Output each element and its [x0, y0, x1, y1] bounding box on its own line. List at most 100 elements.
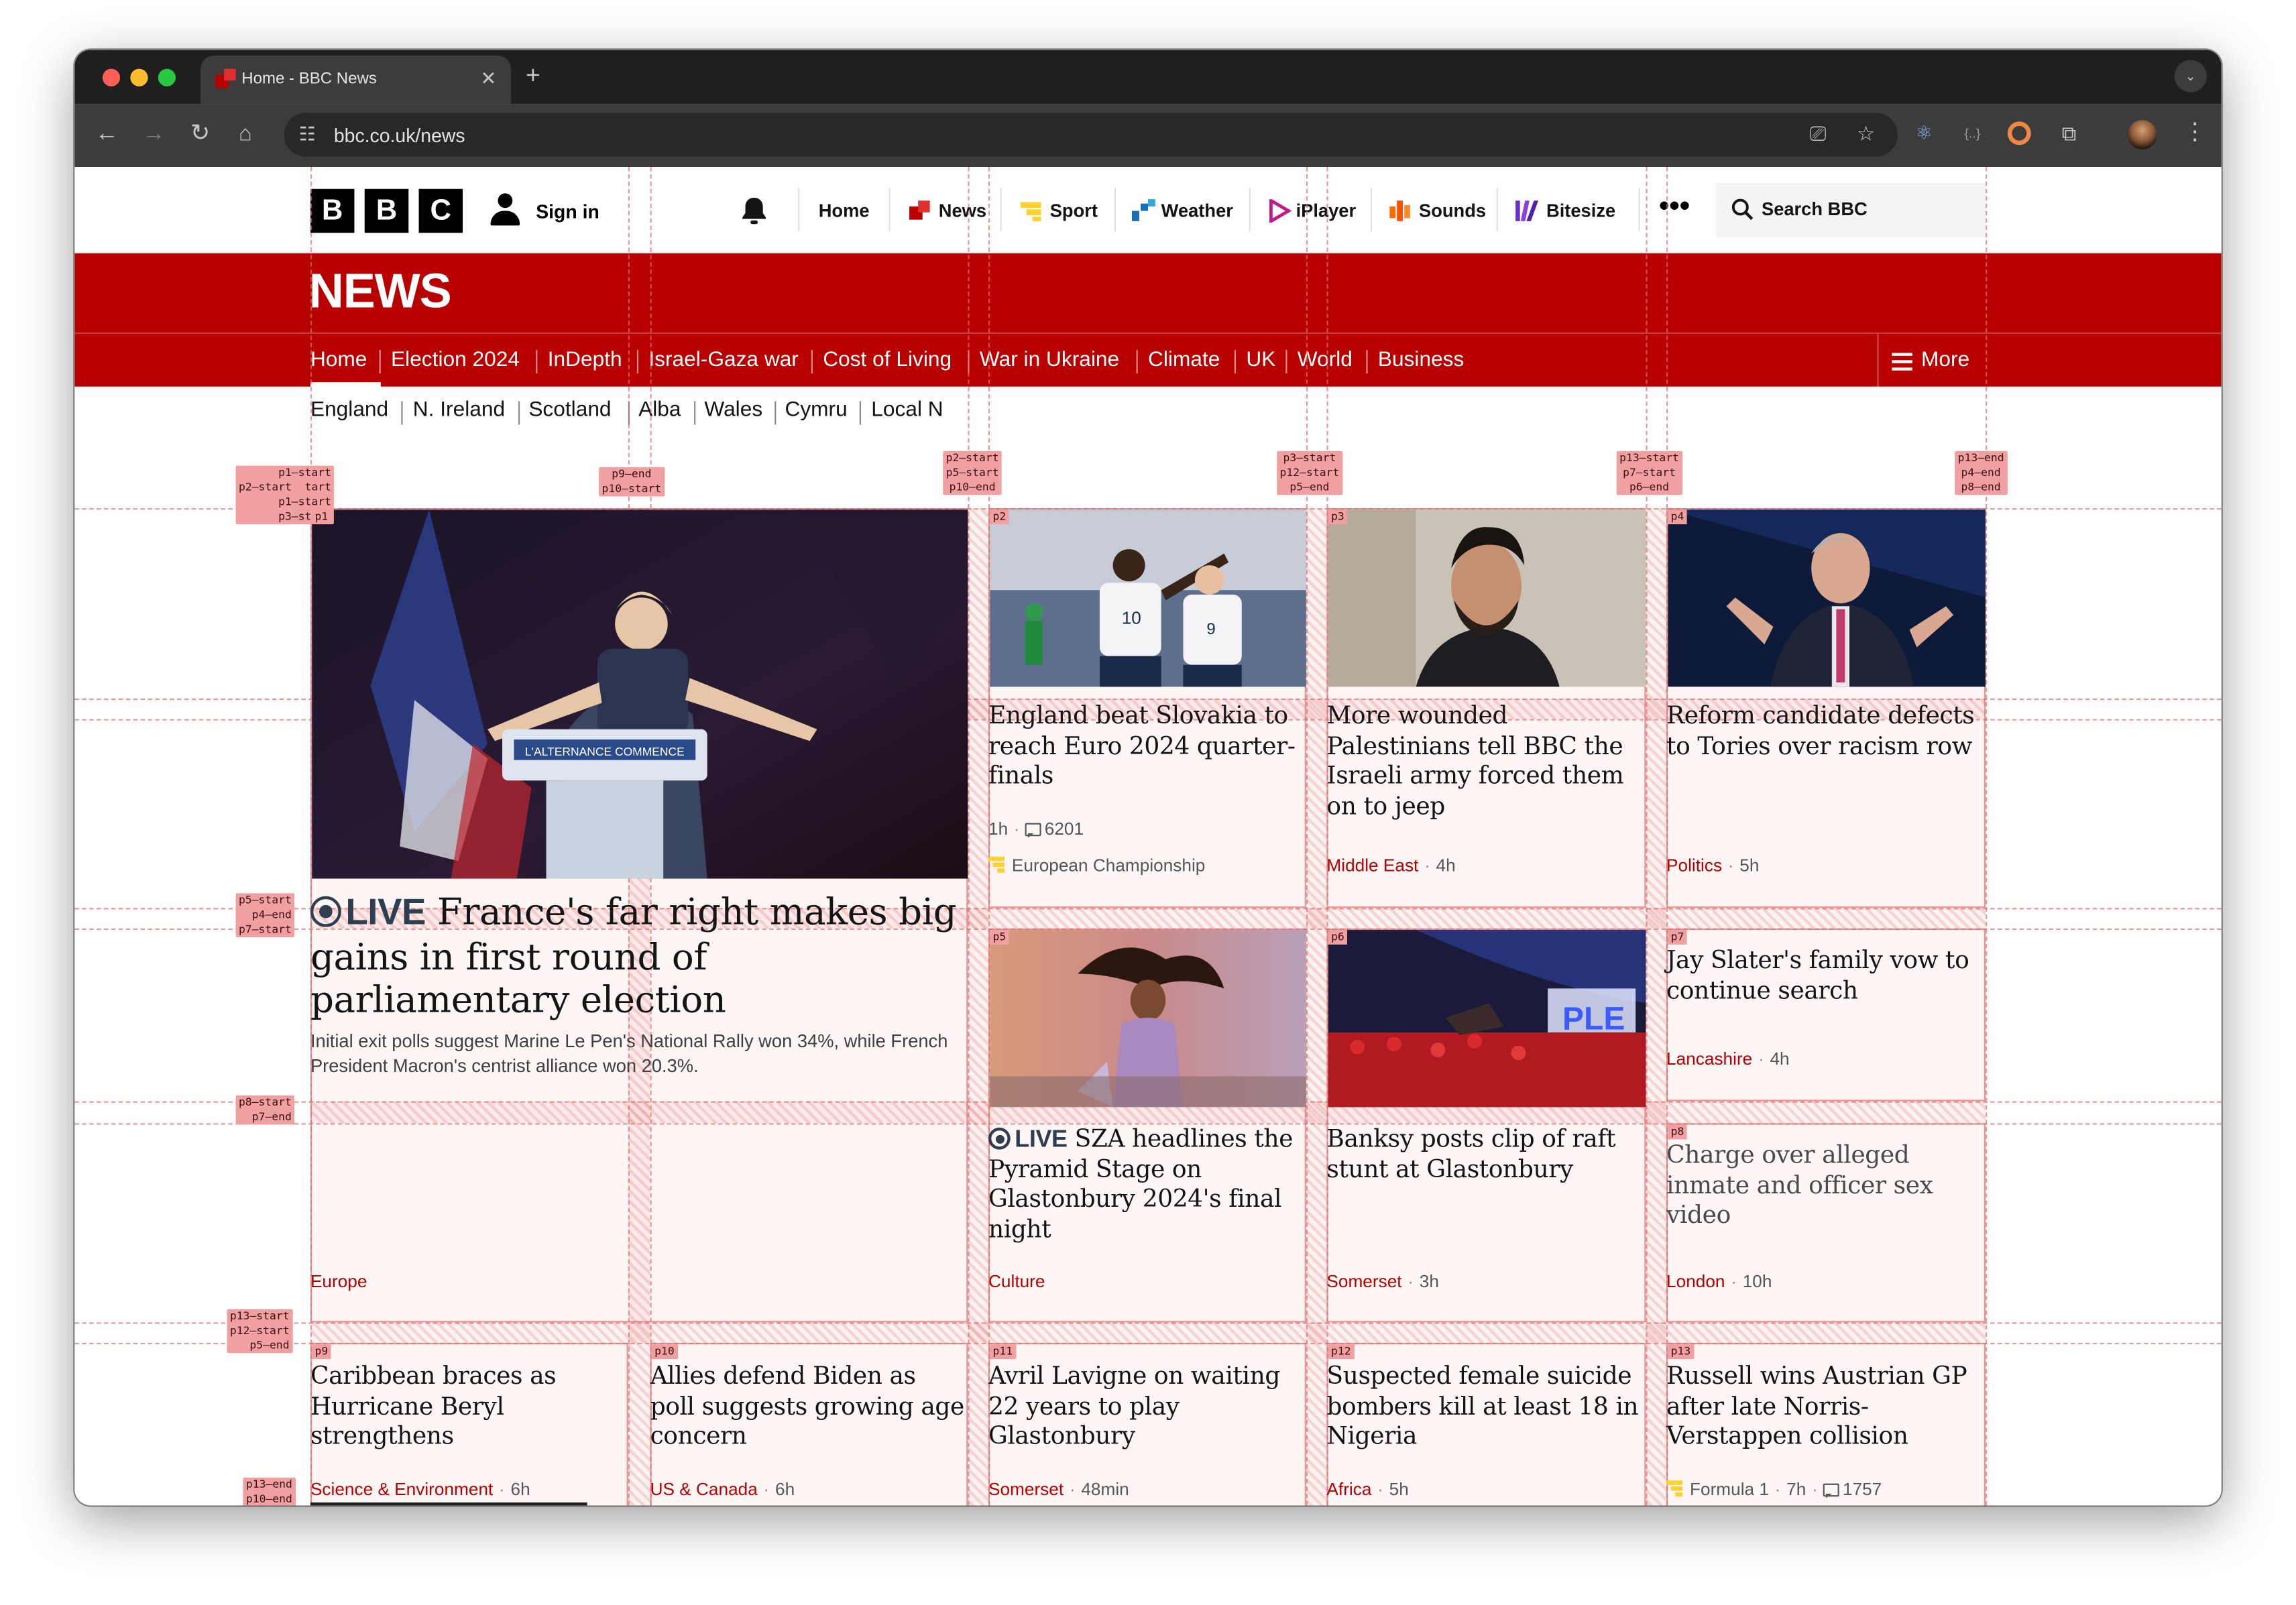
grid-line	[1306, 167, 1308, 1506]
extensions-puzzle-icon[interactable]: ⧉	[2056, 120, 2082, 146]
grid-line-label: p8–start p7–end	[235, 1095, 295, 1125]
news-nav-business[interactable]: Business	[1378, 349, 1464, 373]
forward-arrow-icon[interactable]: →	[142, 120, 166, 150]
area-tag: p12	[1328, 1344, 1354, 1360]
reload-icon[interactable]: ↻	[190, 120, 210, 150]
headline-link[interactable]: Reform candidate defects to Tories over …	[1666, 701, 1983, 762]
section-link[interactable]: US & Canada	[650, 1479, 758, 1500]
area-tag: p8	[1668, 1124, 1687, 1140]
news-nav-climate[interactable]: Climate	[1148, 349, 1220, 373]
news-nav-indepth[interactable]: InDepth	[548, 349, 622, 373]
news-nav-war-in-ukraine[interactable]: War in Ukraine	[980, 349, 1119, 373]
horizontal-scroll-indicator[interactable]	[310, 1502, 587, 1506]
nav-divider	[888, 187, 891, 232]
nav-item-weather[interactable]: Weather	[1161, 199, 1233, 223]
palestinian-man-image[interactable]	[1328, 510, 1646, 687]
back-arrow-icon[interactable]: ←	[95, 120, 119, 150]
search-label: Search BBC	[1761, 199, 1868, 220]
nav-item-sounds[interactable]: Sounds	[1419, 199, 1486, 223]
news-header: NEWS Home Election 2024 InDepth Israel-G…	[74, 253, 2222, 388]
news-nav-home[interactable]: Home	[310, 349, 367, 373]
news-wordmark[interactable]: NEWS	[309, 263, 452, 319]
section-link[interactable]: Africa	[1326, 1479, 1371, 1500]
timestamp: 4h	[1436, 855, 1456, 876]
new-tab-icon[interactable]: +	[526, 62, 540, 91]
nav-item-sport[interactable]: Sport	[1050, 199, 1098, 223]
headline-link[interactable]: Allies defend Biden as poll suggests gro…	[650, 1362, 967, 1451]
minimize-window-button[interactable]	[130, 68, 148, 86]
nav-item-home[interactable]: Home	[819, 199, 870, 223]
notifications-bell-icon[interactable]	[741, 196, 767, 226]
install-app-icon[interactable]: ⎚	[1810, 121, 1826, 146]
nav-item-bitesize[interactable]: Bitesize	[1546, 199, 1615, 223]
more-menu-icon[interactable]: •••	[1659, 192, 1690, 221]
news-nav-israel-gaza-war[interactable]: Israel-Gaza war	[648, 349, 798, 373]
england-slovakia-image[interactable]: 10 9	[990, 510, 1306, 687]
subnav-scotland[interactable]: Scotland	[528, 398, 611, 423]
subnav-alba[interactable]: Alba	[638, 398, 681, 423]
news-nav-election-2024[interactable]: Election 2024	[391, 349, 520, 373]
section-link[interactable]: London	[1666, 1271, 1725, 1292]
news-nav-more-button[interactable]: More	[1892, 349, 1969, 372]
react-devtools-icon[interactable]: ⚛	[1911, 120, 1937, 146]
subnav-cymru[interactable]: Cymru	[785, 398, 847, 423]
le-pen-rally-image[interactable]: L'ALTERNANCE COMMENCE	[312, 510, 968, 879]
card-meta: European Championship	[988, 855, 1205, 876]
subnav-local-news[interactable]: Local N	[871, 398, 943, 423]
banksy-raft-image[interactable]: PLE	[1328, 930, 1646, 1108]
section-link[interactable]: Lancashire	[1666, 1049, 1752, 1069]
nav-item-iplayer[interactable]: iPlayer	[1296, 199, 1357, 223]
home-icon[interactable]: ⌂	[239, 120, 252, 150]
json-extension-icon[interactable]: {..}	[1959, 120, 1986, 146]
section-link[interactable]: Europe	[310, 1271, 367, 1292]
section-link[interactable]: Somerset	[988, 1479, 1064, 1500]
color-picker-extension-icon[interactable]	[2007, 121, 2031, 145]
zoom-window-button[interactable]	[158, 68, 176, 86]
site-info-icon[interactable]: ☷	[298, 123, 315, 146]
headline-link[interactable]: Avril Lavigne on waiting 22 years to pla…	[988, 1362, 1305, 1451]
section-link[interactable]: Somerset	[1326, 1271, 1401, 1292]
grid-line	[74, 1322, 2222, 1324]
timestamp: 7h	[1786, 1479, 1806, 1500]
logo-letter: B	[310, 188, 355, 233]
subnav-wales[interactable]: Wales	[704, 398, 762, 423]
headline-link[interactable]: Charge over alleged inmate and officer s…	[1666, 1141, 1983, 1231]
headline-link[interactable]: Banksy posts clip of raft stunt at Glast…	[1326, 1125, 1643, 1185]
news-nav-uk[interactable]: UK	[1246, 349, 1275, 373]
subnav-n-ireland[interactable]: N. Ireland	[413, 398, 505, 423]
search-bbc-button[interactable]: Search BBC	[1716, 183, 1986, 237]
comment-count[interactable]: 6201	[1045, 819, 1084, 839]
topic-link[interactable]: European Championship	[1012, 855, 1205, 876]
headline-link[interactable]: Suspected female suicide bombers kill at…	[1326, 1362, 1643, 1451]
section-link[interactable]: Science & Environment	[310, 1479, 493, 1500]
headline-link[interactable]: More wounded Palestinians tell BBC the I…	[1326, 701, 1643, 821]
tab-search-chevron-icon[interactable]: ⌄	[2174, 60, 2207, 93]
headline-link[interactable]: Caribbean braces as Hurricane Beryl stre…	[310, 1362, 627, 1451]
close-window-button[interactable]	[102, 68, 121, 86]
profile-avatar[interactable]	[2127, 120, 2157, 150]
browser-tab[interactable]: Home - BBC News ✕	[200, 56, 512, 105]
bookmark-star-icon[interactable]: ☆	[1857, 121, 1875, 146]
lead-headline-link[interactable]: LIVE France's far right makes big gains …	[310, 890, 977, 1021]
card-meta: Somerset · 3h	[1326, 1270, 1439, 1292]
sza-glastonbury-image[interactable]	[990, 930, 1306, 1108]
headline-link[interactable]: England beat Slovakia to reach Euro 2024…	[988, 701, 1303, 791]
reform-candidate-image[interactable]	[1668, 510, 1986, 687]
address-bar[interactable]: ☷ bbc.co.uk/news ⎚ ☆	[284, 113, 1898, 157]
news-nav-cost-of-living[interactable]: Cost of Living	[823, 349, 952, 373]
card-meta: Middle East · 4h	[1326, 855, 1456, 876]
nav-item-news[interactable]: News	[939, 199, 986, 223]
subnav-england[interactable]: England	[310, 398, 388, 423]
section-link[interactable]: Culture	[988, 1271, 1045, 1292]
nav-divider	[1136, 350, 1138, 373]
comment-count[interactable]: 1757	[1843, 1479, 1882, 1500]
headline-link[interactable]: Russell wins Austrian GP after late Norr…	[1666, 1362, 1983, 1451]
section-link[interactable]: Middle East	[1326, 855, 1418, 876]
tab-close-icon[interactable]: ✕	[480, 67, 496, 91]
topic-link[interactable]: Formula 1	[1690, 1479, 1769, 1500]
headline-link[interactable]: Jay Slater's family vow to continue sear…	[1666, 946, 1983, 1006]
timestamp: 48min	[1081, 1479, 1129, 1500]
section-link[interactable]: Politics	[1666, 855, 1722, 876]
browser-menu-icon[interactable]: ⋮	[2183, 119, 2207, 148]
headline-link[interactable]: LIVE SZA headlines the Pyramid Stage on …	[988, 1125, 1305, 1245]
